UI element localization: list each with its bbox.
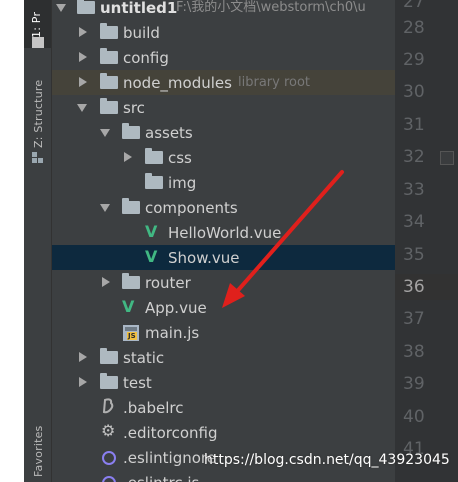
ide-window: 1: Pr Z: Structure Favorites untitled1 F…	[0, 0, 458, 482]
watermark: https://blog.csdn.net/qq_43923045	[204, 452, 450, 468]
annotation-arrow	[222, 170, 344, 308]
